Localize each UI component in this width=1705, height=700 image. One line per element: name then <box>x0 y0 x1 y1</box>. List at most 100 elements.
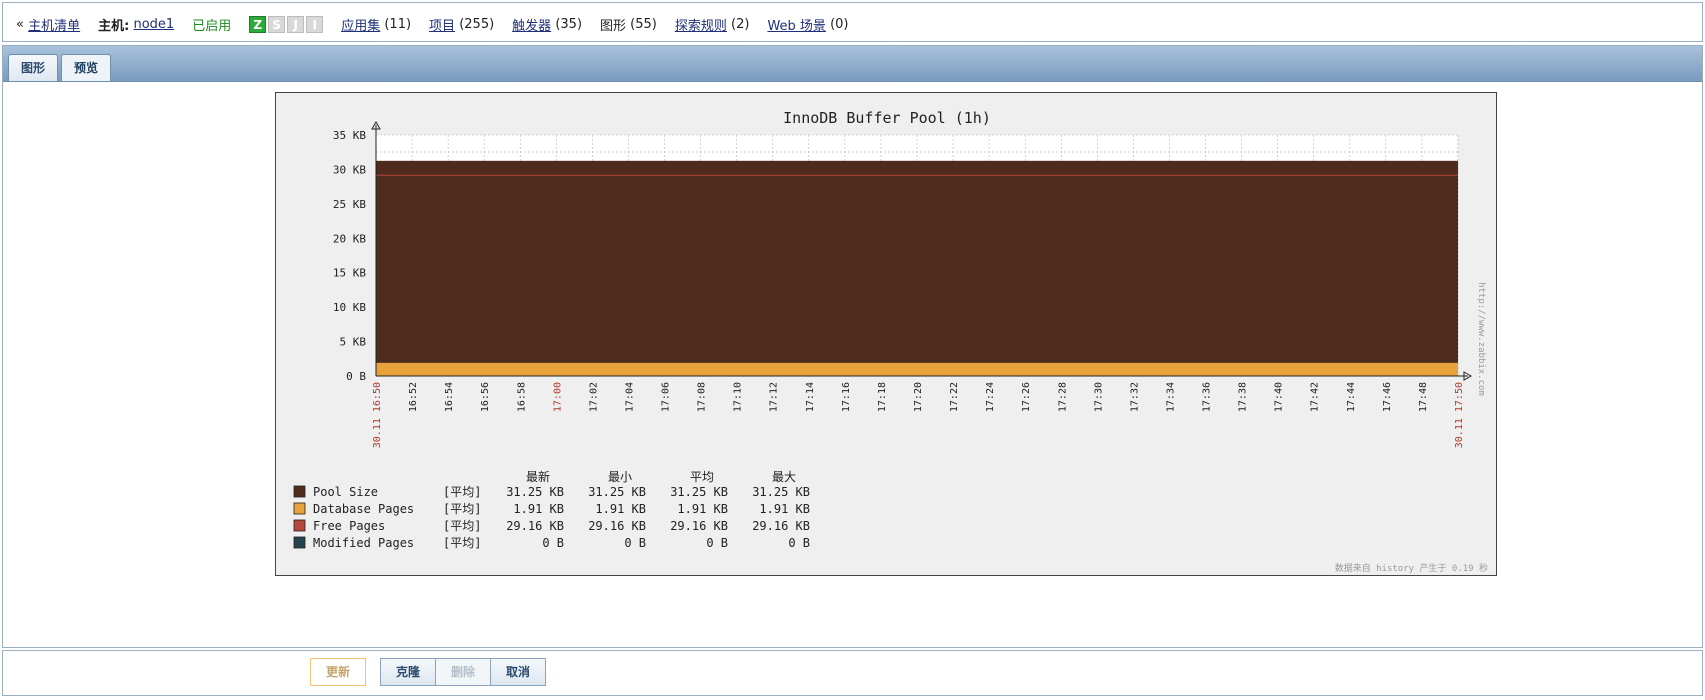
triggers-count: (35) <box>555 17 583 32</box>
tab-bar: 图形 预览 <box>3 46 1702 82</box>
action-button-group: 克隆 删除 取消 <box>380 658 546 686</box>
x-tick-label: 17:12 <box>769 382 780 412</box>
x-tick-label: 17:44 <box>1346 382 1357 412</box>
legend-stat-value: 1.91 KB <box>759 502 810 516</box>
applications-link[interactable]: 应用集 <box>341 15 380 34</box>
x-tick-label: 17:22 <box>949 382 960 412</box>
series-area-pool-size <box>376 160 1458 376</box>
x-tick-label: 16:58 <box>516 382 527 412</box>
legend-series-name: Pool Size <box>313 485 378 499</box>
x-tick-label: 17:38 <box>1238 382 1249 412</box>
x-tick-label: 17:42 <box>1310 382 1321 412</box>
legend-stat-value: 29.16 KB <box>588 519 646 533</box>
x-tick-label: 17:20 <box>913 382 924 412</box>
legend-stat-value: 0 B <box>706 536 728 550</box>
host-status[interactable]: 已启用 <box>192 15 231 34</box>
items-link[interactable]: 项目 <box>429 15 455 34</box>
x-tick-label: 16:52 <box>408 382 419 412</box>
x-tick-label: 16:56 <box>480 382 491 412</box>
graph-footer-note: 数据来自 history 产生于 0.19 秒 <box>1335 562 1488 574</box>
discovery-rules-count: (2) <box>731 17 750 32</box>
chart-title: InnoDB Buffer Pool (1h) <box>783 109 991 127</box>
legend-series-func: [平均] <box>443 502 481 516</box>
legend-header: 平均 <box>690 470 714 484</box>
y-tick-label: 30 KB <box>333 163 366 176</box>
host-list-link[interactable]: 主机清单 <box>28 15 80 34</box>
legend-series-name: Free Pages <box>313 519 385 533</box>
host-header-items: « 主机清单 主机: node1 已启用 Z S J I 应用集 (11) 项目… <box>16 15 848 34</box>
x-tick-label: 17:02 <box>588 382 599 412</box>
back-arrow-icon: « <box>16 17 24 32</box>
host-name-link[interactable]: node1 <box>133 17 174 32</box>
items-count: (255) <box>459 17 495 32</box>
legend-header: 最小 <box>608 470 632 484</box>
series-area-database-pages <box>376 362 1458 376</box>
host-label: 主机: <box>98 19 130 34</box>
legend-swatch <box>293 536 306 549</box>
x-tick-label: 17:00 <box>552 382 563 412</box>
legend-header: 最大 <box>772 470 796 484</box>
legend-series-func: [平均] <box>443 536 481 550</box>
legend-stat-value: 0 B <box>542 536 564 550</box>
legend-series-name: Modified Pages <box>313 536 414 550</box>
legend-stat-value: 29.16 KB <box>506 519 564 533</box>
legend-swatch <box>293 519 306 532</box>
graphs-count: (55) <box>630 17 657 32</box>
x-start-label: 30.11 16:50 <box>372 382 383 448</box>
graph-svg: InnoDB Buffer Pool (1h) 0 B 5 KB 10 KB 15 K… <box>293 109 1488 574</box>
graphs-label: 图形 <box>600 19 627 34</box>
legend-stat-value: 31.25 KB <box>670 485 728 499</box>
jmx-unknown-icon: J <box>287 16 305 33</box>
zabbix-agent-available-icon: Z <box>249 16 267 33</box>
host-header-bar: « 主机清单 主机: node1 已启用 Z S J I 应用集 (11) 项目… <box>2 2 1703 42</box>
y-tick-label: 25 KB <box>333 198 366 211</box>
triggers-link[interactable]: 触发器 <box>512 15 551 34</box>
legend-stat-value: 0 B <box>624 536 646 550</box>
snmp-unknown-icon: S <box>268 16 286 33</box>
legend-stat-value: 1.91 KB <box>513 502 564 516</box>
x-tick-label: 17:40 <box>1274 382 1285 412</box>
discovery-rules-link[interactable]: 探索规则 <box>675 15 727 34</box>
legend-series-func: [平均] <box>443 519 481 533</box>
y-tick-label: 10 KB <box>333 301 366 314</box>
x-tick-label: 17:26 <box>1021 382 1032 412</box>
form-buttons-bar: 更新 克隆 删除 取消 <box>2 650 1703 696</box>
graph-preview-panel: 图形 预览 InnoDB Buffer Pool (1h) 0 B 5 KB 10 … <box>2 45 1703 648</box>
y-tick-label: 5 KB <box>340 336 367 349</box>
legend-stat-value: 0 B <box>788 536 810 550</box>
x-tick-label: 17:34 <box>1165 382 1176 412</box>
x-tick-label: 16:54 <box>444 382 455 412</box>
web-scenarios-count: (0) <box>830 17 849 32</box>
legend-stat-value: 29.16 KB <box>752 519 810 533</box>
cancel-button[interactable]: 取消 <box>490 658 546 686</box>
graph-image: InnoDB Buffer Pool (1h) 0 B 5 KB 10 KB 15 K… <box>275 92 1497 576</box>
x-tick-label: 17:24 <box>985 382 996 412</box>
legend-stat-value: 1.91 KB <box>677 502 728 516</box>
y-tick-label: 15 KB <box>333 267 366 280</box>
legend-header: 最新 <box>526 469 550 484</box>
x-tick-label: 17:06 <box>661 382 672 412</box>
legend-swatch <box>293 502 306 515</box>
x-tick-label: 17:46 <box>1382 382 1393 412</box>
tab-preview[interactable]: 预览 <box>61 54 112 81</box>
x-tick-label: 17:48 <box>1418 382 1429 412</box>
delete-button[interactable]: 删除 <box>435 658 491 686</box>
legend-stat-value: 1.91 KB <box>595 502 646 516</box>
legend-stat-value: 31.25 KB <box>506 485 564 499</box>
x-tick-label: 17:36 <box>1202 382 1213 412</box>
y-tick-label: 20 KB <box>333 232 366 245</box>
legend-stat-value: 31.25 KB <box>588 485 646 499</box>
legend-stat-value: 31.25 KB <box>752 485 810 499</box>
x-tick-label: 17:28 <box>1057 382 1068 412</box>
applications-count: (11) <box>384 17 412 32</box>
legend-stat-value: 29.16 KB <box>670 519 728 533</box>
y-tick-label: 0 B <box>346 370 366 383</box>
x-tick-label: 17:08 <box>697 382 708 412</box>
zabbix-watermark: http://www.zabbix.com <box>1476 282 1486 396</box>
x-end-label: 30.11 17:50 <box>1454 382 1465 448</box>
update-button[interactable]: 更新 <box>310 658 366 686</box>
clone-button[interactable]: 克隆 <box>380 658 436 686</box>
tab-graph[interactable]: 图形 <box>8 54 59 81</box>
x-tick-label: 17:16 <box>841 382 852 412</box>
web-scenarios-link[interactable]: Web 场景 <box>767 15 825 34</box>
